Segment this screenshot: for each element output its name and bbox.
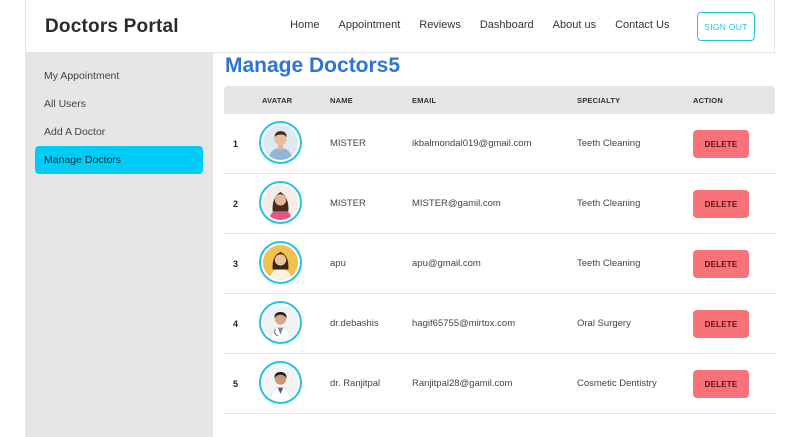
nav-link-contact[interactable]: Contact Us xyxy=(606,19,679,31)
doctor-avatar xyxy=(259,241,302,284)
table-header: AVATAR NAME EMAIL SPECIALTY ACTION xyxy=(224,86,775,114)
doctor-name: dr. Ranjitpal xyxy=(330,378,381,389)
sidebar-item-manage-doctors[interactable]: Manage Doctors xyxy=(35,146,203,174)
doctor-specialty: Teeth Cleaning xyxy=(577,258,641,269)
row-index: 5 xyxy=(233,379,239,389)
doctor-portrait-icon xyxy=(263,365,298,400)
delete-button[interactable]: DELETE xyxy=(693,250,749,278)
table-row: 4 dr.debashis hagif65755@mirtox.com Oral… xyxy=(224,294,775,354)
brand-title[interactable]: Doctors Portal xyxy=(45,16,179,38)
delete-button[interactable]: DELETE xyxy=(693,130,749,158)
table-row: 3 apu apu@gmail.com Teeth Cleaning DELET… xyxy=(224,234,775,294)
doctor-email: apu@gmail.com xyxy=(412,258,481,269)
sidebar-item-all-users[interactable]: All Users xyxy=(35,90,203,118)
column-header-name: NAME xyxy=(330,96,353,105)
column-header-email: EMAIL xyxy=(412,96,437,105)
page-title: Manage Doctors5 xyxy=(225,54,401,77)
table-row: 1 MISTER ikbalmondal019@gmail.com Teeth … xyxy=(224,114,775,174)
doctor-name: apu xyxy=(330,258,346,269)
column-header-avatar: AVATAR xyxy=(262,96,293,105)
doctor-portrait-icon xyxy=(263,125,298,160)
table-row: 2 MISTER MISTER@gamil.com Teeth Cleaning… xyxy=(224,174,775,234)
doctor-avatar xyxy=(259,301,302,344)
delete-button[interactable]: DELETE xyxy=(693,310,749,338)
doctor-name: MISTER xyxy=(330,198,366,209)
column-header-specialty: SPECIALTY xyxy=(577,96,621,105)
doctor-avatar xyxy=(259,121,302,164)
doctor-email: ikbalmondal019@gmail.com xyxy=(412,138,532,149)
doctor-specialty: Teeth Cleaning xyxy=(577,138,641,149)
doctor-email: hagif65755@mirtox.com xyxy=(412,318,516,329)
doctors-table: AVATAR NAME EMAIL SPECIALTY ACTION 1 MIS… xyxy=(224,86,775,414)
row-index: 2 xyxy=(233,199,239,209)
nav-links: Home Appointment Reviews Dashboard About… xyxy=(281,19,679,31)
sidebar: My Appointment All Users Add A Doctor Ma… xyxy=(25,53,213,437)
doctor-email: MISTER@gamil.com xyxy=(412,198,501,209)
nav-link-dashboard[interactable]: Dashboard xyxy=(470,19,543,31)
row-index: 3 xyxy=(233,259,239,269)
nav-link-reviews[interactable]: Reviews xyxy=(410,19,471,31)
sidebar-item-my-appointment[interactable]: My Appointment xyxy=(35,62,203,90)
table-row: 5 dr. Ranjitpal Ranjitpal28@gamil.com Co… xyxy=(224,354,775,414)
nav-link-home[interactable]: Home xyxy=(281,19,329,31)
column-header-action: ACTION xyxy=(693,96,723,105)
doctor-name: MISTER xyxy=(330,138,366,149)
top-navbar: Doctors Portal Home Appointment Reviews … xyxy=(25,0,775,53)
doctor-portrait-icon xyxy=(263,305,298,340)
doctor-specialty: Teeth Cleaning xyxy=(577,198,641,209)
delete-button[interactable]: DELETE xyxy=(693,190,749,218)
doctor-portrait-icon xyxy=(263,185,298,220)
nav-link-about[interactable]: About us xyxy=(543,19,605,31)
doctor-avatar xyxy=(259,181,302,224)
doctor-specialty: Oral Surgery xyxy=(577,318,631,329)
doctor-avatar xyxy=(259,361,302,404)
row-index: 1 xyxy=(233,139,239,149)
row-index: 4 xyxy=(233,319,239,329)
nav-link-appointment[interactable]: Appointment xyxy=(329,19,410,31)
sidebar-item-add-doctor[interactable]: Add A Doctor xyxy=(35,118,203,146)
doctor-specialty: Cosmetic Dentistry xyxy=(577,378,657,389)
sign-out-button[interactable]: SIGN OUT xyxy=(697,12,755,41)
delete-button[interactable]: DELETE xyxy=(693,370,749,398)
doctor-portrait-icon xyxy=(263,245,298,280)
doctor-email: Ranjitpal28@gamil.com xyxy=(412,378,513,389)
doctor-name: dr.debashis xyxy=(330,318,379,329)
